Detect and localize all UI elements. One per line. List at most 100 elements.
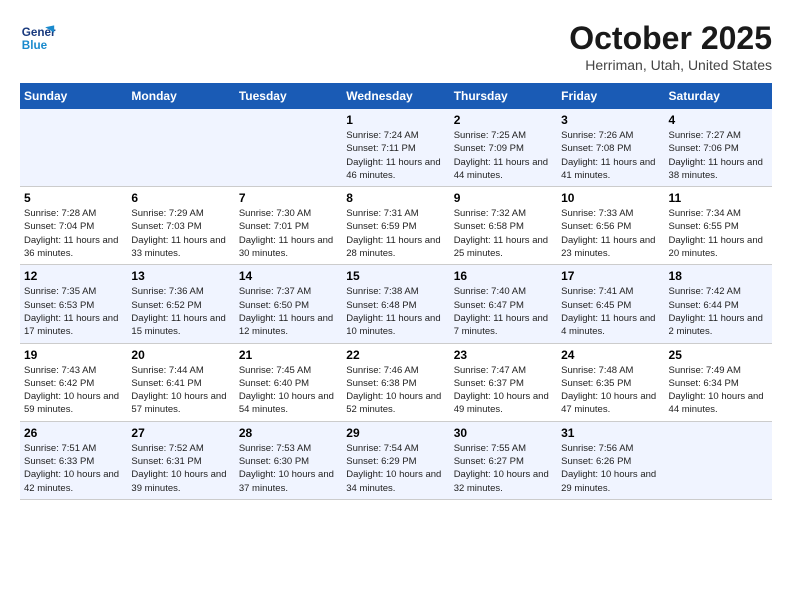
day-number: 26 — [24, 426, 123, 440]
day-number: 8 — [346, 191, 445, 205]
title-block: October 2025 Herriman, Utah, United Stat… — [569, 20, 772, 73]
day-number: 4 — [669, 113, 768, 127]
header-row: Sunday Monday Tuesday Wednesday Thursday… — [20, 83, 772, 109]
day-info: Sunrise: 7:35 AM Sunset: 6:53 PM Dayligh… — [24, 285, 123, 338]
day-info: Sunrise: 7:29 AM Sunset: 7:03 PM Dayligh… — [131, 207, 230, 260]
day-info: Sunrise: 7:52 AM Sunset: 6:31 PM Dayligh… — [131, 442, 230, 495]
day-number: 23 — [454, 348, 553, 362]
day-info: Sunrise: 7:51 AM Sunset: 6:33 PM Dayligh… — [24, 442, 123, 495]
day-number: 14 — [239, 269, 338, 283]
day-info: Sunrise: 7:55 AM Sunset: 6:27 PM Dayligh… — [454, 442, 553, 495]
day-number: 1 — [346, 113, 445, 127]
day-cell: 22 Sunrise: 7:46 AM Sunset: 6:38 PM Dayli… — [342, 343, 449, 421]
day-number: 15 — [346, 269, 445, 283]
day-number: 6 — [131, 191, 230, 205]
day-info: Sunrise: 7:43 AM Sunset: 6:42 PM Dayligh… — [24, 364, 123, 417]
day-info: Sunrise: 7:45 AM Sunset: 6:40 PM Dayligh… — [239, 364, 338, 417]
day-info: Sunrise: 7:42 AM Sunset: 6:44 PM Dayligh… — [669, 285, 768, 338]
day-number: 17 — [561, 269, 660, 283]
day-info: Sunrise: 7:34 AM Sunset: 6:55 PM Dayligh… — [669, 207, 768, 260]
day-number: 11 — [669, 191, 768, 205]
logo-icon: General Blue — [20, 20, 56, 56]
day-cell — [20, 109, 127, 187]
day-cell — [127, 109, 234, 187]
calendar-table: Sunday Monday Tuesday Wednesday Thursday… — [20, 83, 772, 500]
day-number: 2 — [454, 113, 553, 127]
day-info: Sunrise: 7:46 AM Sunset: 6:38 PM Dayligh… — [346, 364, 445, 417]
col-wednesday: Wednesday — [342, 83, 449, 109]
col-sunday: Sunday — [20, 83, 127, 109]
day-info: Sunrise: 7:44 AM Sunset: 6:41 PM Dayligh… — [131, 364, 230, 417]
day-cell: 4 Sunrise: 7:27 AM Sunset: 7:06 PM Daylig… — [665, 109, 772, 187]
logo: General Blue — [20, 20, 56, 56]
day-number: 20 — [131, 348, 230, 362]
week-row-1: 1 Sunrise: 7:24 AM Sunset: 7:11 PM Daylig… — [20, 109, 772, 187]
col-monday: Monday — [127, 83, 234, 109]
day-info: Sunrise: 7:32 AM Sunset: 6:58 PM Dayligh… — [454, 207, 553, 260]
day-number: 30 — [454, 426, 553, 440]
day-number: 27 — [131, 426, 230, 440]
week-row-3: 12Sunrise: 7:35 AM Sunset: 6:53 PM Dayli… — [20, 265, 772, 343]
col-friday: Friday — [557, 83, 664, 109]
day-cell: 20 Sunrise: 7:44 AM Sunset: 6:41 PM Dayli… — [127, 343, 234, 421]
day-cell: 15Sunrise: 7:38 AM Sunset: 6:48 PM Dayli… — [342, 265, 449, 343]
day-number: 10 — [561, 191, 660, 205]
day-cell: 10 Sunrise: 7:33 AM Sunset: 6:56 PM Dayli… — [557, 187, 664, 265]
day-number: 9 — [454, 191, 553, 205]
day-number: 24 — [561, 348, 660, 362]
day-cell: 17 Sunrise: 7:41 AM Sunset: 6:45 PM Dayli… — [557, 265, 664, 343]
day-cell: 11 Sunrise: 7:34 AM Sunset: 6:55 PM Dayli… — [665, 187, 772, 265]
day-info: Sunrise: 7:49 AM Sunset: 6:34 PM Dayligh… — [669, 364, 768, 417]
day-cell: 8 Sunrise: 7:31 AM Sunset: 6:59 PM Daylig… — [342, 187, 449, 265]
day-number: 7 — [239, 191, 338, 205]
day-number: 3 — [561, 113, 660, 127]
col-tuesday: Tuesday — [235, 83, 342, 109]
day-number: 29 — [346, 426, 445, 440]
day-cell: 13 Sunrise: 7:36 AM Sunset: 6:52 PM Dayli… — [127, 265, 234, 343]
day-info: Sunrise: 7:25 AM Sunset: 7:09 PM Dayligh… — [454, 129, 553, 182]
day-number: 16 — [454, 269, 553, 283]
day-info: Sunrise: 7:27 AM Sunset: 7:06 PM Dayligh… — [669, 129, 768, 182]
day-cell: 25 Sunrise: 7:49 AM Sunset: 6:34 PM Dayli… — [665, 343, 772, 421]
day-cell: 16 Sunrise: 7:40 AM Sunset: 6:47 PM Dayli… — [450, 265, 557, 343]
day-info: Sunrise: 7:33 AM Sunset: 6:56 PM Dayligh… — [561, 207, 660, 260]
day-info: Sunrise: 7:40 AM Sunset: 6:47 PM Dayligh… — [454, 285, 553, 338]
day-cell: 30 Sunrise: 7:55 AM Sunset: 6:27 PM Dayli… — [450, 421, 557, 499]
day-info: Sunrise: 7:26 AM Sunset: 7:08 PM Dayligh… — [561, 129, 660, 182]
day-cell: 6 Sunrise: 7:29 AM Sunset: 7:03 PM Daylig… — [127, 187, 234, 265]
day-info: Sunrise: 7:30 AM Sunset: 7:01 PM Dayligh… — [239, 207, 338, 260]
day-cell: 12Sunrise: 7:35 AM Sunset: 6:53 PM Dayli… — [20, 265, 127, 343]
day-info: Sunrise: 7:54 AM Sunset: 6:29 PM Dayligh… — [346, 442, 445, 495]
day-cell: 7 Sunrise: 7:30 AM Sunset: 7:01 PM Daylig… — [235, 187, 342, 265]
day-info: Sunrise: 7:47 AM Sunset: 6:37 PM Dayligh… — [454, 364, 553, 417]
day-cell: 21Sunrise: 7:45 AM Sunset: 6:40 PM Dayli… — [235, 343, 342, 421]
day-number: 22 — [346, 348, 445, 362]
day-cell — [235, 109, 342, 187]
day-cell: 23 Sunrise: 7:47 AM Sunset: 6:37 PM Dayli… — [450, 343, 557, 421]
day-cell: 26 Sunrise: 7:51 AM Sunset: 6:33 PM Dayli… — [20, 421, 127, 499]
location: Herriman, Utah, United States — [569, 57, 772, 73]
day-cell — [665, 421, 772, 499]
day-info: Sunrise: 7:41 AM Sunset: 6:45 PM Dayligh… — [561, 285, 660, 338]
day-info: Sunrise: 7:31 AM Sunset: 6:59 PM Dayligh… — [346, 207, 445, 260]
day-info: Sunrise: 7:24 AM Sunset: 7:11 PM Dayligh… — [346, 129, 445, 182]
day-cell: 5 Sunrise: 7:28 AM Sunset: 7:04 PM Daylig… — [20, 187, 127, 265]
day-cell: 9 Sunrise: 7:32 AM Sunset: 6:58 PM Daylig… — [450, 187, 557, 265]
day-number: 5 — [24, 191, 123, 205]
col-thursday: Thursday — [450, 83, 557, 109]
day-number: 31 — [561, 426, 660, 440]
day-number: 13 — [131, 269, 230, 283]
day-info: Sunrise: 7:28 AM Sunset: 7:04 PM Dayligh… — [24, 207, 123, 260]
day-number: 25 — [669, 348, 768, 362]
day-info: Sunrise: 7:37 AM Sunset: 6:50 PM Dayligh… — [239, 285, 338, 338]
day-cell: 19Sunrise: 7:43 AM Sunset: 6:42 PM Dayli… — [20, 343, 127, 421]
day-info: Sunrise: 7:36 AM Sunset: 6:52 PM Dayligh… — [131, 285, 230, 338]
day-cell: 1 Sunrise: 7:24 AM Sunset: 7:11 PM Daylig… — [342, 109, 449, 187]
week-row-2: 5 Sunrise: 7:28 AM Sunset: 7:04 PM Daylig… — [20, 187, 772, 265]
day-number: 28 — [239, 426, 338, 440]
day-info: Sunrise: 7:53 AM Sunset: 6:30 PM Dayligh… — [239, 442, 338, 495]
week-row-5: 26 Sunrise: 7:51 AM Sunset: 6:33 PM Dayli… — [20, 421, 772, 499]
week-row-4: 19Sunrise: 7:43 AM Sunset: 6:42 PM Dayli… — [20, 343, 772, 421]
day-cell: 2 Sunrise: 7:25 AM Sunset: 7:09 PM Daylig… — [450, 109, 557, 187]
svg-text:Blue: Blue — [22, 39, 48, 52]
